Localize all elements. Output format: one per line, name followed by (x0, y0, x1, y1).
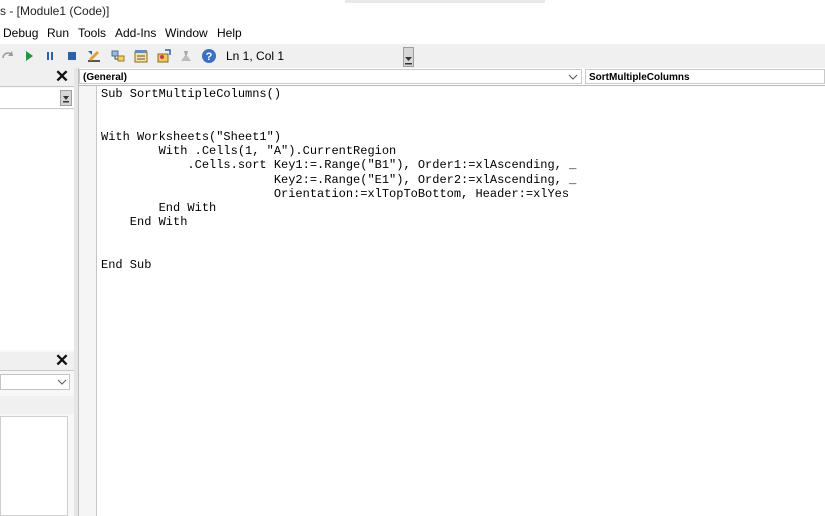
code-line[interactable]: With .Cells(1, "A").CurrentRegion (101, 144, 576, 158)
run-icon[interactable] (21, 48, 37, 64)
left-dock: ✕ ✕ (0, 68, 75, 516)
title-bar: s - [Module1 (Code)] (0, 0, 825, 22)
cursor-position: Ln 1, Col 1 (222, 47, 406, 65)
procedure-combo[interactable]: SortMultipleColumns (585, 69, 825, 84)
code-line[interactable] (101, 230, 576, 244)
menu-add-ins[interactable]: Add-Ins (115, 26, 156, 40)
project-explorer-icon[interactable] (110, 48, 126, 64)
code-line[interactable]: With Worksheets("Sheet1") (101, 130, 576, 144)
code-line[interactable]: Key2:=.Range("E1"), Order2:=xlAscending,… (101, 173, 576, 187)
properties-tabs (0, 396, 74, 414)
object-browser-icon[interactable] (156, 48, 172, 64)
code-editor[interactable]: Sub SortMultipleColumns() With Worksheet… (101, 87, 576, 272)
properties-grid[interactable] (0, 416, 68, 516)
project-explorer-toolbar (0, 88, 74, 109)
code-window-header: (General) SortMultipleColumns (79, 68, 825, 86)
code-line[interactable]: Sub SortMultipleColumns() (101, 87, 576, 101)
reset-icon[interactable] (64, 48, 80, 64)
code-line[interactable] (101, 101, 576, 115)
menu-window[interactable]: Window (165, 26, 208, 40)
object-combo[interactable]: (General) (79, 69, 582, 84)
break-icon[interactable] (42, 48, 58, 64)
code-line[interactable]: Orientation:=xlTopToBottom, Header:=xlYe… (101, 187, 576, 201)
menu-tools[interactable]: Tools (78, 26, 106, 40)
menu-run[interactable]: Run (47, 26, 69, 40)
properties-object-dropdown[interactable] (0, 374, 70, 390)
menu-bar: Debug Run Tools Add-Ins Window Help (0, 22, 825, 44)
close-icon[interactable]: ✕ (54, 352, 70, 370)
design-mode-icon[interactable] (86, 48, 102, 64)
menu-help[interactable]: Help (217, 26, 242, 40)
standard-toolbar: ? Ln 1, Col 1 (0, 44, 825, 69)
toolbox-icon[interactable] (178, 48, 194, 64)
title-bar-shadow (345, 0, 545, 3)
code-line[interactable] (101, 244, 576, 258)
code-line[interactable]: .Cells.sort Key1:=.Range("B1"), Order1:=… (101, 158, 576, 172)
code-line[interactable]: End With (101, 201, 576, 215)
properties-window-icon[interactable] (133, 48, 149, 64)
code-line[interactable]: End Sub (101, 258, 576, 272)
svg-text:?: ? (206, 51, 213, 63)
procedure-combo-value: SortMultipleColumns (589, 72, 690, 83)
code-line[interactable]: End With (101, 215, 576, 229)
window-title: s - [Module1 (Code)] (0, 4, 110, 18)
redo-icon[interactable] (0, 48, 16, 64)
project-tree[interactable] (0, 110, 74, 350)
project-explorer-header: ✕ (0, 68, 74, 87)
menu-debug[interactable]: Debug (3, 26, 38, 40)
code-line[interactable] (101, 116, 576, 130)
code-margin-indicator-bar[interactable] (79, 86, 97, 516)
object-combo-value: (General) (83, 72, 127, 83)
properties-header: ✕ (0, 352, 74, 371)
help-icon[interactable]: ? (201, 48, 217, 64)
close-icon[interactable]: ✕ (54, 68, 70, 86)
toolbar-grip[interactable] (403, 47, 414, 67)
project-explorer-scroll-grip[interactable] (60, 90, 72, 106)
